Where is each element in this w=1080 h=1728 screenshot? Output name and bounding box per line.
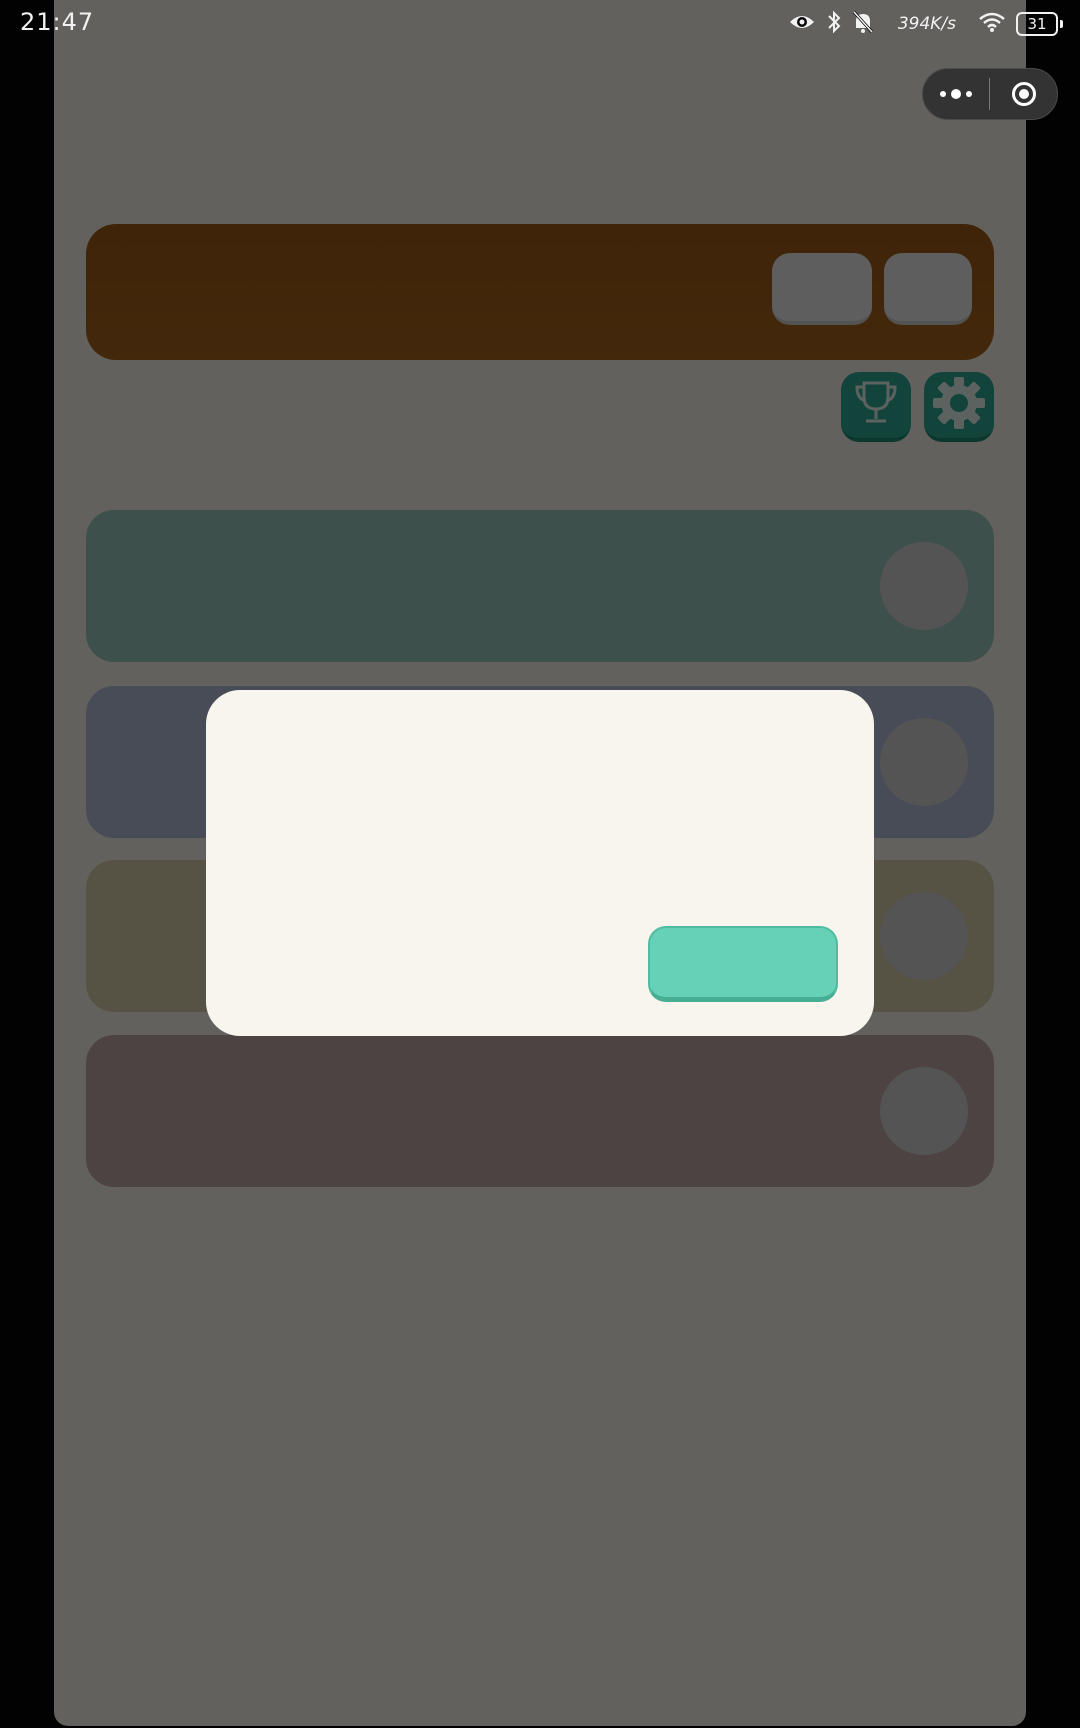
bell-off-icon	[852, 10, 874, 38]
modal-dialog	[206, 690, 874, 1036]
more-button[interactable]	[923, 69, 989, 119]
wifi-icon	[978, 11, 1006, 37]
mini-program-capsule	[922, 68, 1058, 120]
status-icons: 394K/s 31	[788, 10, 1063, 38]
status-bar: 21:47 394K/s 31	[0, 0, 1080, 48]
battery-icon: 31	[1016, 12, 1063, 36]
more-dots-icon	[940, 89, 972, 99]
phone-screen: 21:47 394K/s 31	[0, 0, 1080, 1728]
bluetooth-icon	[826, 10, 842, 38]
close-button[interactable]	[990, 69, 1057, 119]
network-speed: 394K/s	[897, 14, 956, 34]
close-target-icon	[1011, 82, 1036, 106]
battery-level: 31	[1027, 15, 1047, 33]
status-time: 21:47	[20, 8, 95, 36]
confirm-button[interactable]	[648, 926, 838, 1002]
eye-icon	[788, 12, 816, 36]
